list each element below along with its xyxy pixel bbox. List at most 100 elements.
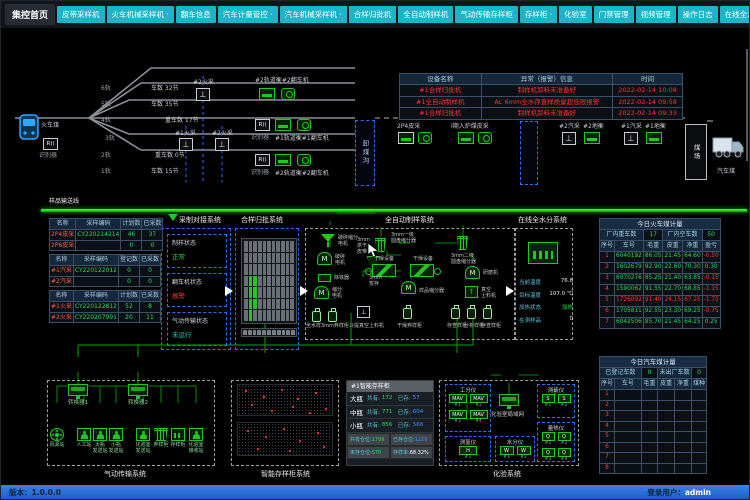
lab-device[interactable]: MAV#4 (470, 410, 488, 424)
truck-weigh-row[interactable]: 2 (600, 400, 707, 411)
alarm-row[interactable]: #1合样归批机制样机卸料未准备好2022-02-14 09:33 (400, 108, 683, 119)
section-title: 采制对接系统 (179, 215, 221, 225)
camera-icon[interactable] (418, 132, 432, 144)
truck-weigh-row[interactable]: 1 (600, 390, 707, 401)
nav-button[interactable]: 全自动制样机 (398, 6, 453, 23)
pneumatic-station[interactable]: 化验室 发送站 (134, 428, 152, 454)
table-row[interactable]: 2P8皮采00 (50, 240, 163, 251)
belt-sampler-screen-icon[interactable] (458, 132, 474, 144)
weighbridge-screen-icon[interactable] (275, 119, 291, 131)
converter[interactable]: 转换器1 (63, 384, 93, 406)
rfid-reader-icon[interactable]: R)) (255, 119, 270, 131)
rfid-reader-icon[interactable]: R)) (43, 138, 58, 150)
camera-icon[interactable] (281, 88, 295, 100)
truck-weigh-row[interactable]: 8 (600, 463, 707, 474)
truck-scale-screen-icon[interactable] (646, 132, 662, 144)
vacuum-feeder-icon (465, 286, 478, 298)
lab-device[interactable]: MAV#2 (470, 394, 488, 408)
diagram-label: #2轨道衡#2翻车机 (255, 77, 309, 84)
scada-screen: 集控首页 皮带采样机火车机械采样机 ·翻车信息汽车计量管控 ·汽车机械采样机 ·… (0, 0, 750, 500)
lab-device[interactable]: W#2 (517, 446, 531, 460)
lab-device[interactable]: Q#3 (542, 448, 555, 462)
nav-button[interactable]: 皮带采样机 (57, 6, 105, 23)
table-row[interactable]: #2火采CY2202079912011 (50, 312, 161, 323)
diagram-label: 重车数 0节 (155, 152, 185, 159)
equipment-label: 全水样3mm弃样柜 (306, 324, 349, 330)
sample-divider-icon[interactable] (401, 281, 416, 294)
dryer-icon[interactable] (410, 264, 434, 277)
lab-device[interactable]: Q#1 (542, 432, 555, 446)
table-row[interactable]: #1火采CY220122812528 (50, 301, 161, 312)
lab-device[interactable]: H#1 (459, 446, 477, 460)
table-row[interactable]: 2P4皮采CY2202142144637 (50, 229, 163, 240)
lab-device[interactable]: S#2 (558, 394, 571, 408)
nav-button[interactable]: 存样柜 · (520, 6, 557, 23)
table-row[interactable]: #1汽采CY22012201200 (50, 265, 161, 276)
nav-button[interactable]: 视频管理 (636, 6, 676, 23)
truck-sampler-icon[interactable] (624, 132, 638, 145)
pneumatic-station[interactable]: 风源站 (48, 428, 66, 449)
belt-sampler-screen-icon[interactable] (398, 132, 414, 144)
proximate-analyzer-group: 工分仪 MAV#1MAV#2MAV#3MAV#4 (445, 384, 491, 432)
pneumatic-station[interactable]: 化验室 接收站 (187, 428, 205, 454)
train-weigh-row[interactable]: 1604019286.0521.4564.60-0.50 (600, 252, 721, 263)
nav-button[interactable]: 门禁管理 (594, 6, 634, 23)
pneumatic-station[interactable]: 小瓶 发送站 (107, 428, 125, 454)
alarm-row[interactable]: #1全自动制样机AL 6mm全水存查样质量超低限报警2022-02-14 09:… (400, 96, 683, 107)
rfid-reader-icon[interactable]: R)) (255, 154, 270, 166)
nav-button[interactable]: 汽车机械采样机 · (280, 6, 347, 23)
nav-button[interactable]: 汽车计量管控 · (218, 6, 278, 23)
diagram-label: #1地衡 (645, 123, 666, 130)
train-weigh-row[interactable]: 6170581192.5523.3069.25-0.75 (600, 307, 721, 318)
nav-button[interactable]: 在线全水 (720, 6, 750, 23)
train-weigh-row[interactable]: 4159006291.5522.7068.85-1.15 (600, 285, 721, 296)
divider-motor-icon[interactable] (314, 286, 329, 299)
lab-device[interactable]: W#1 (500, 446, 514, 460)
nav-button[interactable]: 合样归批机 (349, 6, 397, 23)
alarm-row[interactable]: #1合样归批机制样机卸料未准备好2022-02-14 10:08 (400, 85, 683, 96)
camera-icon[interactable] (297, 154, 311, 166)
lab-device[interactable]: MAV#3 (449, 410, 467, 424)
train-weigh-row[interactable]: 5172609291.4024.1567.25-1.75 (600, 296, 721, 307)
lab-device[interactable]: S#1 (542, 394, 555, 408)
nav-buttons: 皮带采样机火车机械采样机 ·翻车信息汽车计量管控 ·汽车机械采样机 ·合样归批机… (57, 6, 750, 23)
grinder-icon[interactable] (465, 266, 480, 279)
home-tab[interactable]: 集控首页 (5, 4, 55, 25)
lab-device[interactable]: Q#2 (558, 432, 571, 446)
truck-weigh-row[interactable]: 5 (600, 432, 707, 443)
nav-button[interactable]: 操作日志 (678, 6, 718, 23)
moisture-analyzer-icon[interactable] (528, 242, 558, 264)
weighbridge-screen-icon[interactable] (259, 88, 275, 100)
truck-scale-screen-icon[interactable] (584, 132, 600, 144)
converter[interactable]: 转换器2 (123, 384, 153, 406)
train-weigh-row[interactable]: 7604250685.7021.4564.250.25 (600, 318, 721, 329)
section-title: 化验系统 (493, 469, 521, 479)
pneumatic-station[interactable]: 弃样柜 (152, 428, 170, 449)
lab-device[interactable]: Q#4 (558, 448, 571, 462)
nav-button[interactable]: 化验室 (559, 6, 592, 23)
truck-weigh-row[interactable]: 4 (600, 421, 707, 432)
camera-icon[interactable] (297, 119, 311, 131)
truck-weigh-row[interactable]: 7 (600, 453, 707, 464)
truck-weigh-row[interactable]: 6 (600, 442, 707, 453)
lab-device[interactable]: MAV#1 (449, 394, 467, 408)
truck-weigh-row[interactable]: 3 (600, 411, 707, 422)
train-sampler-icon[interactable] (179, 138, 193, 151)
table-row[interactable]: #2汽采00 (50, 276, 161, 287)
camera-icon[interactable] (478, 132, 492, 144)
train-sampler-icon[interactable] (215, 138, 229, 151)
pneumatic-station[interactable]: 存样柜 (169, 428, 187, 449)
train-weigh-row[interactable]: 3607027685.2521.4063.85-0.15 (600, 274, 721, 285)
weighbridge-screen-icon[interactable] (275, 154, 291, 166)
status-row: 在测样品0 (519, 316, 573, 324)
train-sampler-icon[interactable] (196, 88, 210, 101)
nav-button[interactable]: 气动传输存样柜 (455, 6, 518, 23)
lab-lan-label: 化验室局域网 (491, 412, 524, 419)
nav-button[interactable]: 火车机械采样机 · (107, 6, 174, 23)
converter-screen-icon (68, 384, 88, 396)
truck-sampler-icon[interactable] (562, 132, 576, 145)
nav-button[interactable]: 翻车信息 (176, 6, 216, 23)
crusher-motor-icon[interactable] (317, 252, 332, 265)
train-weigh-row[interactable]: 2160267992.9022.6070.300.30 (600, 263, 721, 274)
section-title: 气动传输系统 (104, 469, 146, 479)
